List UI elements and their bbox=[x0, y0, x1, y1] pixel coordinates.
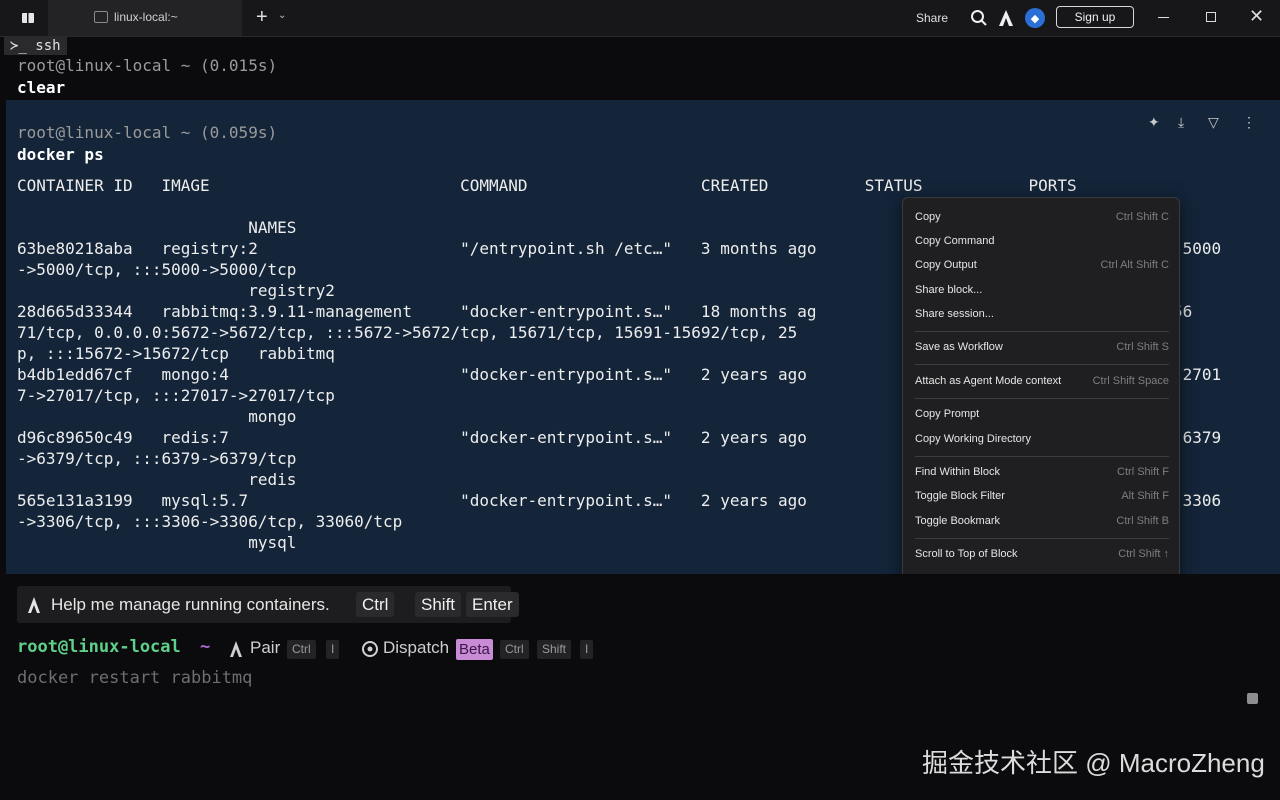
new-tab-button[interactable]: + bbox=[256, 7, 268, 27]
menu-item[interactable]: Share block... bbox=[915, 280, 1169, 300]
menu-item-label: Share block... bbox=[915, 284, 983, 296]
menu-item-label: Toggle Block Filter bbox=[915, 490, 1005, 502]
menu-separator bbox=[915, 538, 1169, 539]
prompt-user: root@linux-local bbox=[17, 637, 181, 657]
menu-item-label: Save as Workflow bbox=[915, 341, 1003, 353]
download-icon[interactable]: ⤓ bbox=[1178, 114, 1184, 131]
sparkle-icon[interactable]: ✦ bbox=[1148, 114, 1160, 131]
output-line: ->5000/tcp, :::5000->5000/tcp bbox=[17, 260, 297, 279]
warp-ai-icon[interactable] bbox=[998, 9, 1014, 27]
ssh-indicator: ≻_ ssh bbox=[4, 37, 67, 55]
menu-item[interactable]: Copy Command bbox=[915, 231, 1169, 251]
menu-item[interactable]: Copy Output Ctrl Alt Shift C bbox=[915, 255, 1169, 275]
menu-item[interactable]: Save as Workflow Ctrl Shift S bbox=[915, 337, 1169, 357]
block-command: docker ps bbox=[17, 145, 104, 164]
key-enter: Enter bbox=[466, 592, 519, 617]
pair-icon bbox=[230, 641, 242, 657]
output-line: ->3306/tcp, :::3306->3306/tcp, 33060/tcp bbox=[17, 512, 403, 531]
output-line: 7->27017/tcp, :::27017->27017/tcp bbox=[17, 386, 335, 405]
share-button[interactable]: Share bbox=[916, 11, 948, 25]
key-i: I bbox=[580, 640, 594, 659]
warp-menu-icon[interactable] bbox=[14, 9, 42, 27]
menu-item-label: Share session... bbox=[915, 308, 994, 320]
key-ctrl: Ctrl bbox=[287, 640, 316, 659]
prompt-chevron-icon: ≻_ bbox=[10, 38, 27, 54]
ssh-label: ssh bbox=[35, 38, 61, 54]
filter-icon[interactable]: ▽ bbox=[1208, 114, 1219, 131]
more-vertical-icon[interactable]: ⋮ bbox=[1242, 114, 1256, 131]
key-shift: Shift bbox=[415, 592, 462, 617]
output-line: CONTAINER ID IMAGE COMMAND CREATED STATU… bbox=[17, 176, 1077, 195]
pair-button[interactable]: Pair bbox=[250, 638, 280, 658]
menu-item-label: Copy bbox=[915, 211, 941, 223]
output-line: redis bbox=[17, 470, 297, 489]
block-command: clear bbox=[17, 78, 66, 97]
menu-item[interactable]: Copy Working Directory bbox=[915, 429, 1169, 449]
info-icon[interactable] bbox=[1247, 693, 1258, 704]
menu-item-label: Scroll to Top of Block bbox=[915, 548, 1018, 560]
menu-item-label: Find Within Block bbox=[915, 466, 1000, 478]
warp-ai-icon bbox=[28, 597, 40, 613]
command-input[interactable]: docker restart rabbitmq bbox=[17, 668, 252, 688]
menu-item[interactable]: Scroll to Top of Block Ctrl Shift ↑ bbox=[915, 544, 1169, 564]
menu-item[interactable]: Toggle Bookmark Ctrl Shift B bbox=[915, 511, 1169, 531]
prompt-dir: ~ bbox=[200, 637, 211, 657]
key-i: I bbox=[326, 640, 340, 659]
block-prompt: root@linux-local ~ (0.059s) bbox=[17, 123, 278, 142]
tab-linux-local[interactable]: linux-local:~ bbox=[48, 0, 242, 36]
menu-item-shortcut: Ctrl Shift F bbox=[1117, 466, 1169, 478]
search-icon[interactable] bbox=[970, 9, 988, 27]
menu-item[interactable]: Share session... bbox=[915, 304, 1169, 324]
ai-suggestion-chip[interactable]: Help me manage running containers. Ctrl … bbox=[17, 586, 519, 623]
menu-item-shortcut: Ctrl Alt Shift C bbox=[1100, 259, 1169, 271]
menu-separator bbox=[915, 398, 1169, 399]
key-shift: Shift bbox=[537, 640, 572, 659]
menu-item-label: Toggle Bookmark bbox=[915, 515, 1000, 527]
watermark: 掘金技术社区 @ MacroZheng bbox=[922, 748, 1265, 778]
avatar[interactable]: ◆ bbox=[1025, 8, 1045, 28]
minimize-icon[interactable] bbox=[1158, 17, 1169, 18]
menu-item-shortcut: Ctrl Shift Space bbox=[1092, 375, 1169, 387]
menu-item-label: Copy Prompt bbox=[915, 408, 980, 420]
output-line: NAMES bbox=[17, 218, 297, 237]
output-line: mongo bbox=[17, 407, 297, 426]
menu-separator bbox=[915, 456, 1169, 457]
ai-hint-text: Help me manage running containers. bbox=[51, 595, 330, 614]
menu-item[interactable]: Find Within Block Ctrl Shift F bbox=[915, 462, 1169, 482]
key-ctrl: Ctrl bbox=[500, 640, 529, 659]
block-prompt: root@linux-local ~ (0.015s) bbox=[17, 56, 278, 75]
menu-item-shortcut: Ctrl Shift ↑ bbox=[1118, 548, 1169, 560]
menu-item-label: Attach as Agent Mode context bbox=[915, 375, 1062, 387]
output-line: registry2 bbox=[17, 281, 335, 300]
menu-item-label: Copy Command bbox=[915, 235, 995, 247]
menu-item-shortcut: Ctrl Shift B bbox=[1116, 515, 1169, 527]
menu-item-shortcut: Ctrl Shift C bbox=[1115, 211, 1169, 223]
sign-up-button[interactable]: Sign up bbox=[1056, 6, 1134, 28]
menu-item[interactable]: Copy Prompt bbox=[915, 404, 1169, 424]
output-line: p, :::15672->15672/tcp rabbitmq bbox=[17, 344, 335, 363]
terminal-icon bbox=[94, 11, 108, 23]
close-icon[interactable]: ✕ bbox=[1249, 6, 1264, 27]
menu-item-shortcut: Ctrl Shift S bbox=[1116, 341, 1169, 353]
menu-separator bbox=[915, 331, 1169, 332]
key-ctrl: Ctrl bbox=[356, 592, 395, 617]
tab-label: linux-local:~ bbox=[114, 10, 178, 24]
menu-item[interactable]: Toggle Block Filter Alt Shift F bbox=[915, 486, 1169, 506]
maximize-icon[interactable] bbox=[1206, 12, 1216, 22]
menu-item-shortcut: Alt Shift F bbox=[1121, 490, 1169, 502]
output-line: mysql bbox=[17, 533, 297, 552]
dispatch-icon bbox=[362, 641, 378, 657]
title-bar: linux-local:~ + ⌄ Share ◆ Sign up ✕ bbox=[0, 0, 1280, 37]
menu-item[interactable]: Copy Ctrl Shift C bbox=[915, 207, 1169, 227]
chevron-down-icon[interactable]: ⌄ bbox=[278, 10, 286, 21]
menu-item-label: Copy Working Directory bbox=[915, 433, 1031, 445]
output-line: ->6379/tcp, :::6379->6379/tcp bbox=[17, 449, 297, 468]
menu-item[interactable]: Attach as Agent Mode context Ctrl Shift S… bbox=[915, 371, 1169, 391]
block-toolbar: ✦ ⤓ ▽ ⋮ bbox=[1146, 114, 1256, 134]
beta-badge: Beta bbox=[456, 639, 493, 660]
menu-separator bbox=[915, 364, 1169, 365]
menu-item-label: Copy Output bbox=[915, 259, 977, 271]
dispatch-button[interactable]: Dispatch bbox=[383, 638, 449, 658]
